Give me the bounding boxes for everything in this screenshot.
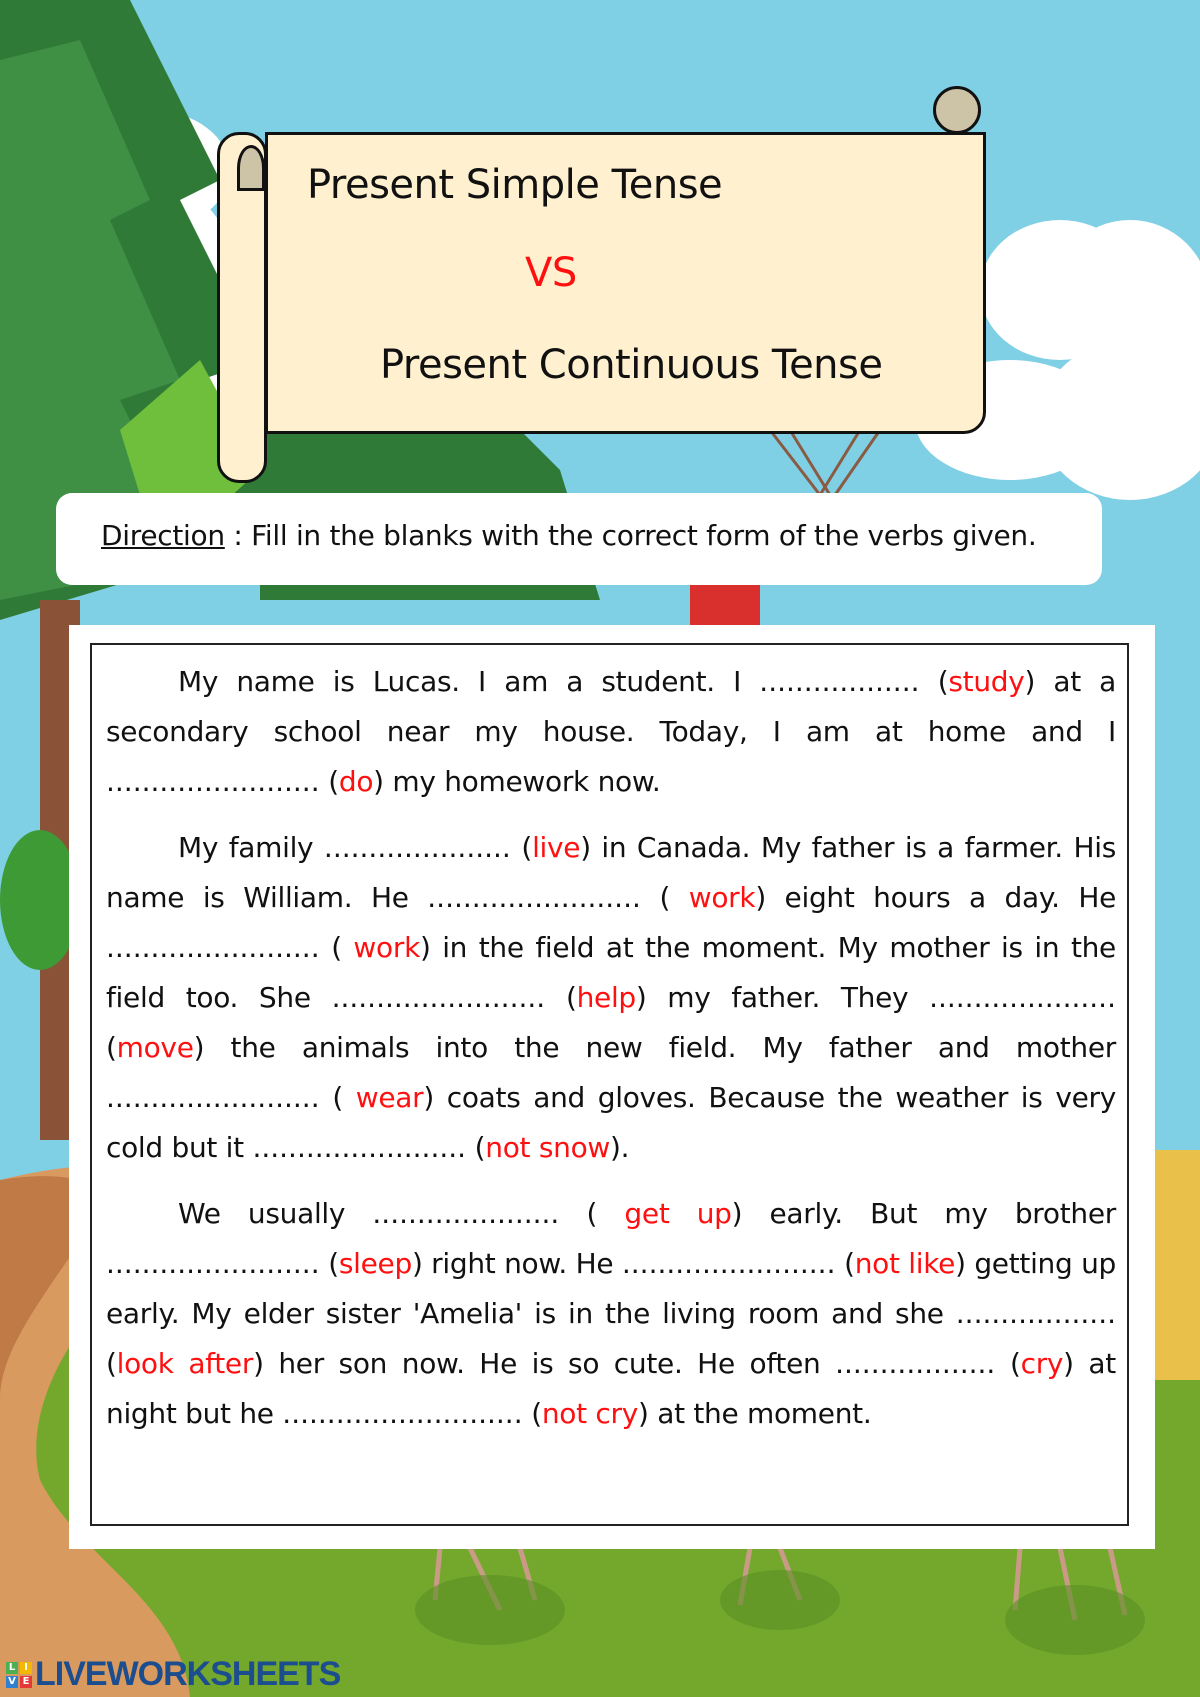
verb-hint: not snow [485,1131,611,1164]
passage-text: ( [559,1197,625,1230]
paragraph-1: My name is Lucas. I am a student. I ....… [106,657,1116,807]
scroll-curl-icon [933,86,981,134]
verb-hint: wear [355,1081,424,1114]
blank-input[interactable]: ........................ [106,931,320,964]
direction-text: Direction : Fill in the blanks with the … [101,519,1037,552]
direction-box: Direction : Fill in the blanks with the … [56,493,1102,585]
passage-text: ( [522,1397,542,1430]
passage-text: ) the animals into the new field. My fat… [193,1031,1117,1064]
verb-hint: not cry [541,1397,638,1430]
verb-hint: get up [624,1197,732,1230]
title-vs: VS [525,250,577,296]
passage-text: ) right now. He [411,1247,622,1280]
title-present-continuous: Present Continuous Tense [380,342,883,388]
blank-input[interactable]: ........................ [106,1081,320,1114]
passage-text: My family [178,831,324,864]
passage-text: ) her son now. He is so cute. He often [253,1347,836,1380]
passage-text: ( [640,881,689,914]
blank-input[interactable]: ..................... [929,981,1116,1014]
verb-hint: study [948,665,1025,698]
passage-text: ( [835,1247,855,1280]
verb-hint: do [338,765,374,798]
passage-text: ( [510,831,533,864]
passage-text: ( [466,1131,486,1164]
liveworksheets-logo[interactable]: L I V E LIVEWORKSHEETS [6,1655,341,1694]
paragraph-2: My family ..................... (live) i… [106,823,1116,1173]
verb-hint: look after [116,1347,254,1380]
logo-cell: I [20,1661,32,1674]
passage-text: ( [319,1081,356,1114]
direction-separator: : [224,519,252,552]
verb-hint: not like [854,1247,956,1280]
blank-input[interactable]: .................. [835,1347,995,1380]
passage-text: ( [545,981,577,1014]
verb-hint: move [116,1031,194,1064]
verb-hint: cry [1020,1347,1064,1380]
passage-text: ) eight hours a day. He [755,881,1117,914]
passage-text: ). [610,1131,630,1164]
windmill-tower [690,585,760,630]
exercise-panel: My name is Lucas. I am a student. I ....… [69,625,1155,1549]
title-scroll: Present Simple Tense VS Present Continuo… [215,80,986,483]
blank-input[interactable]: ........................ [252,1131,466,1164]
passage-text: ) my father. They [635,981,930,1014]
verb-hint: work [688,881,756,914]
title-present-simple: Present Simple Tense [307,162,723,208]
logo-cell: E [20,1675,32,1688]
passage-text: ) at the moment. [637,1397,872,1430]
blank-input[interactable]: ........................ [106,1247,320,1280]
passage: My name is Lucas. I am a student. I ....… [106,657,1116,1455]
passage-text: ( [319,931,354,964]
scroll-curl-icon [237,145,265,191]
logo-text: LIVEWORKSHEETS [35,1655,341,1693]
logo-cell: L [6,1661,18,1674]
blank-input[interactable]: ........................ [106,765,320,798]
blank-input[interactable]: .................. [759,665,919,698]
blank-input[interactable]: ..................... [372,1197,559,1230]
logo-icon: L I V E [6,1661,32,1688]
passage-text: ( [995,1347,1021,1380]
passage-text: My name is Lucas. I am a student. I [178,665,760,698]
passage-text: ( [106,1347,117,1380]
bush [0,830,80,970]
passage-text: ( [106,1031,117,1064]
blank-input[interactable]: ........................ [622,1247,836,1280]
verb-hint: work [353,931,420,964]
passage-text: We usually [178,1197,373,1230]
blank-input[interactable]: ........................ [427,881,641,914]
passage-text: ( [319,765,339,798]
verb-hint: sleep [338,1247,412,1280]
passage-text: ) early. But my brother [731,1197,1117,1230]
hay-bale [1155,1150,1200,1380]
direction-instruction: Fill in the blanks with the correct form… [251,519,1037,552]
passage-text: ) my homework now. [373,765,661,798]
passage-text: ( [319,1247,339,1280]
direction-label: Direction [101,519,225,552]
logo-cell: V [6,1675,18,1688]
blank-input[interactable]: .................. [956,1297,1116,1330]
exercise-border: My name is Lucas. I am a student. I ....… [90,643,1129,1526]
blank-input[interactable]: ........................... [282,1397,522,1430]
verb-hint: live [532,831,581,864]
passage-text: ( [919,665,949,698]
blank-input[interactable]: ..................... [324,831,511,864]
verb-hint: help [576,981,637,1014]
blank-input[interactable]: ........................ [332,981,546,1014]
paragraph-3: We usually ..................... ( get u… [106,1189,1116,1439]
